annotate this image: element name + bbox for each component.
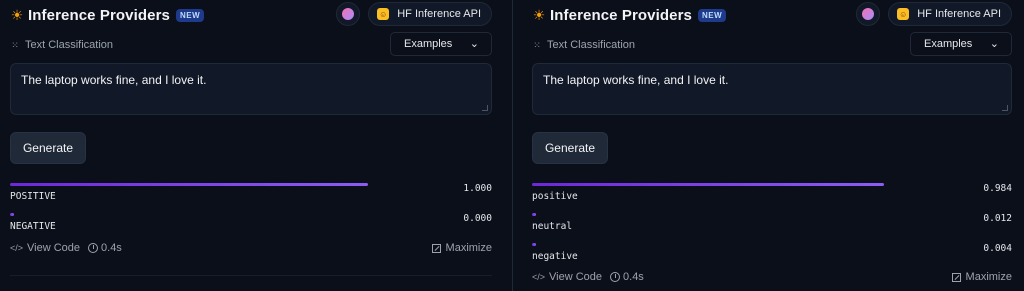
avatar — [342, 8, 355, 20]
score-bar-fill — [10, 183, 368, 186]
clock-icon — [88, 243, 99, 253]
maximize-button[interactable]: Maximize — [951, 271, 1012, 283]
clock-icon — [610, 272, 621, 282]
widget-title: Inference Providers — [28, 6, 170, 24]
hf-logo-icon: ☺ — [377, 8, 390, 20]
examples-label: Examples — [404, 38, 453, 50]
result-label: NEGATIVE — [10, 221, 56, 232]
view-code-link[interactable]: View Code — [549, 271, 602, 283]
task-label: Text Classification — [25, 39, 114, 51]
avatar — [862, 8, 875, 20]
provider-avatar-button[interactable] — [856, 2, 881, 26]
input-textarea[interactable]: The laptop works fine, and I love it. — [10, 63, 492, 115]
widget-header: ☀ Inference Providers NEW ☺ HF Inference… — [532, 2, 1012, 26]
maximize-label: Maximize — [965, 271, 1012, 283]
input-text: The laptop works fine, and I love it. — [21, 73, 207, 87]
score-bar-fill — [532, 183, 885, 186]
result-row: neutral 0.012 — [532, 213, 1012, 243]
input-textarea[interactable]: The laptop works fine, and I love it. — [532, 63, 1012, 115]
sun-icon: ☀ — [532, 7, 546, 23]
maximize-label: Maximize — [445, 242, 492, 254]
provider-select-button[interactable]: ☺ HF Inference API — [368, 2, 492, 26]
provider-select-button[interactable]: ☺ HF Inference API — [888, 2, 1012, 26]
provider-label: HF Inference API — [917, 8, 1001, 20]
score-bar-fill — [532, 213, 537, 216]
examples-label: Examples — [924, 38, 973, 50]
divider — [10, 275, 492, 276]
resize-handle[interactable] — [1002, 105, 1008, 111]
results-list: POSITIVE 1.000 NEGATIVE 0.000 — [10, 183, 492, 243]
score-bar — [10, 213, 368, 216]
maximize-icon — [951, 272, 961, 282]
widget-panel-right: ☀ Inference Providers NEW ☺ HF Inference… — [512, 0, 1024, 291]
grid-dots-icon: ⁙ — [11, 39, 19, 50]
inference-time: 0.4s — [101, 242, 122, 254]
widget-header: ☀ Inference Providers NEW ☺ HF Inference… — [10, 2, 492, 26]
result-label: neutral — [532, 221, 573, 232]
result-value: 0.004 — [983, 243, 1012, 254]
result-value: 1.000 — [463, 183, 492, 194]
result-row: positive 0.984 — [532, 183, 1012, 213]
view-code-link[interactable]: View Code — [27, 242, 80, 254]
chevron-down-icon: ⌄ — [989, 38, 999, 50]
score-bar — [532, 243, 890, 246]
score-bar — [10, 183, 368, 186]
result-value: 0.984 — [983, 183, 1012, 194]
hf-logo-icon: ☺ — [897, 8, 910, 20]
grid-dots-icon: ⁙ — [533, 39, 541, 50]
generate-button[interactable]: Generate — [532, 132, 608, 164]
input-text: The laptop works fine, and I love it. — [543, 73, 729, 87]
score-bar — [532, 183, 890, 186]
score-bar-fill — [10, 213, 14, 216]
new-badge: NEW — [175, 8, 205, 22]
sun-icon: ☀ — [10, 7, 24, 23]
examples-dropdown[interactable]: Examples ⌄ — [390, 32, 492, 56]
provider-avatar-button[interactable] — [336, 2, 361, 26]
results-list: positive 0.984 neutral 0.012 negative 0.… — [532, 183, 1012, 273]
code-icon: </> — [532, 272, 546, 282]
resize-handle[interactable] — [482, 105, 488, 111]
result-label: negative — [532, 251, 578, 262]
maximize-button[interactable]: Maximize — [431, 242, 492, 254]
result-value: 0.012 — [983, 213, 1012, 224]
maximize-icon — [431, 243, 441, 253]
result-row: POSITIVE 1.000 — [10, 183, 492, 213]
widget-footer: </> View Code 0.4s Maximize — [532, 269, 1012, 285]
result-row: NEGATIVE 0.000 — [10, 213, 492, 243]
inference-time: 0.4s — [623, 271, 644, 283]
score-bar-fill — [532, 243, 536, 246]
chevron-down-icon: ⌄ — [469, 38, 479, 50]
widget-panel-left: ☀ Inference Providers NEW ☺ HF Inference… — [0, 0, 512, 291]
widget-footer: </> View Code 0.4s Maximize — [10, 240, 492, 256]
provider-label: HF Inference API — [397, 8, 481, 20]
widget-title: Inference Providers — [550, 6, 692, 24]
examples-dropdown[interactable]: Examples ⌄ — [910, 32, 1012, 56]
result-value: 0.000 — [463, 213, 492, 224]
task-label: Text Classification — [547, 39, 636, 51]
result-label: POSITIVE — [10, 191, 56, 202]
task-row: ⁙ Text Classification Examples ⌄ — [10, 32, 492, 56]
score-bar — [532, 213, 890, 216]
task-row: ⁙ Text Classification Examples ⌄ — [532, 32, 1012, 56]
generate-button[interactable]: Generate — [10, 132, 86, 164]
new-badge: NEW — [697, 8, 727, 22]
code-icon: </> — [10, 243, 24, 253]
result-label: positive — [532, 191, 578, 202]
